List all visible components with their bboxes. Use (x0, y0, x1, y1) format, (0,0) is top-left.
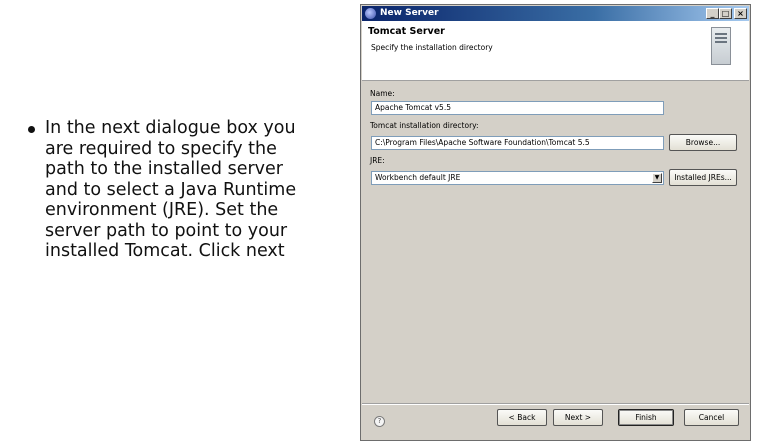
back-button[interactable]: < Back (497, 409, 547, 426)
window-controls: _ □ × (706, 8, 747, 19)
minimize-button[interactable]: _ (706, 8, 719, 19)
maximize-button[interactable]: □ (719, 8, 732, 19)
chevron-down-icon[interactable]: ▼ (652, 173, 662, 183)
server-icon (711, 27, 731, 65)
finish-button[interactable]: Finish (618, 409, 674, 426)
browse-button[interactable]: Browse... (669, 134, 737, 151)
slide-bullet: In the next dialogue box you are require… (28, 118, 318, 262)
wizard-banner: Tomcat Server Specify the installation d… (362, 21, 749, 81)
installed-jres-button[interactable]: Installed JREs... (669, 169, 737, 186)
page-title: Tomcat Server (368, 26, 445, 37)
footer-separator (362, 403, 749, 405)
close-button[interactable]: × (734, 8, 747, 19)
new-server-dialog: New Server _ □ × Tomcat Server Specify t… (360, 4, 751, 441)
bullet-dot (28, 126, 35, 133)
jre-select[interactable]: Workbench default JRE ▼ (371, 171, 664, 185)
cancel-button[interactable]: Cancel (684, 409, 739, 426)
help-icon[interactable]: ? (374, 416, 385, 427)
next-button[interactable]: Next > (553, 409, 603, 426)
name-label: Name: (370, 89, 395, 98)
jre-label: JRE: (370, 156, 385, 165)
window-title: New Server (380, 8, 439, 18)
bullet-text: In the next dialogue box you are require… (45, 118, 297, 261)
title-bar[interactable]: New Server _ □ × (362, 6, 749, 21)
page-description: Specify the installation directory (371, 43, 493, 52)
install-dir-label: Tomcat installation directory: (370, 121, 479, 130)
name-field[interactable]: Apache Tomcat v5.5 (371, 101, 664, 115)
eclipse-icon (365, 8, 376, 19)
install-dir-field[interactable]: C:\Program Files\Apache Software Foundat… (371, 136, 664, 150)
jre-selected-value: Workbench default JRE (375, 173, 461, 182)
